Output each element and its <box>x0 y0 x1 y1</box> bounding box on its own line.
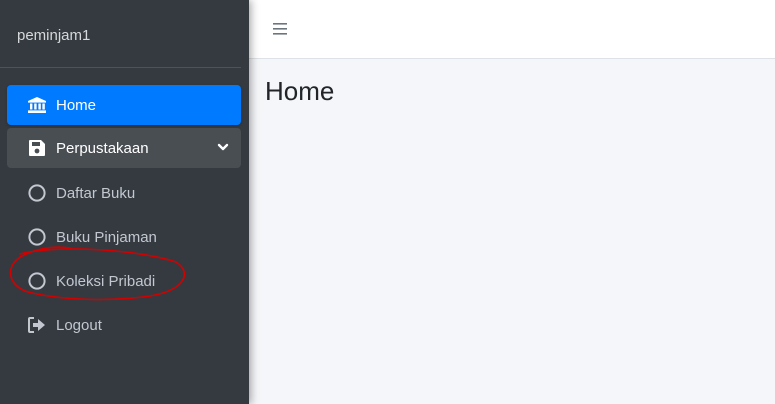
circle-icon <box>27 183 47 203</box>
page-title: Home <box>265 76 335 106</box>
sidebar-item-label: Koleksi Pribadi <box>56 272 156 290</box>
sidebar-item-perpustakaan[interactable]: Perpustakaan <box>7 128 241 168</box>
top-navbar <box>249 0 775 59</box>
sidebar-nav: Home Perpustakaan Daftar Buku Buku Pinja… <box>7 85 241 347</box>
sidebar-item-buku-pinjaman[interactable]: Buku Pinjaman <box>7 215 241 259</box>
username-label[interactable]: peminjam1 <box>17 27 90 44</box>
circle-icon <box>27 271 47 291</box>
sidebar-item-label: Home <box>56 96 97 114</box>
main-content: Home <box>249 59 775 404</box>
sign-out-icon <box>27 315 47 335</box>
brand-area: peminjam1 <box>0 0 241 68</box>
bank-icon <box>27 95 47 115</box>
sidebar-item-label: Perpustakaan <box>56 139 149 157</box>
hamburger-menu-icon[interactable] <box>272 22 288 36</box>
sidebar-item-home[interactable]: Home <box>7 85 241 125</box>
sidebar-item-logout[interactable]: Logout <box>7 303 241 347</box>
sidebar-item-daftar-buku[interactable]: Daftar Buku <box>7 171 241 215</box>
sidebar-item-label: Buku Pinjaman <box>56 228 157 246</box>
sidebar: peminjam1 Home Perpustakaan Daftar Buku … <box>0 0 249 404</box>
floppy-icon <box>27 138 47 158</box>
sidebar-item-label: Daftar Buku <box>56 184 136 202</box>
chevron-down-icon[interactable] <box>217 140 229 157</box>
sidebar-item-koleksi-pribadi[interactable]: Koleksi Pribadi <box>7 259 241 303</box>
circle-icon <box>27 227 47 247</box>
sidebar-item-label: Logout <box>56 316 102 334</box>
